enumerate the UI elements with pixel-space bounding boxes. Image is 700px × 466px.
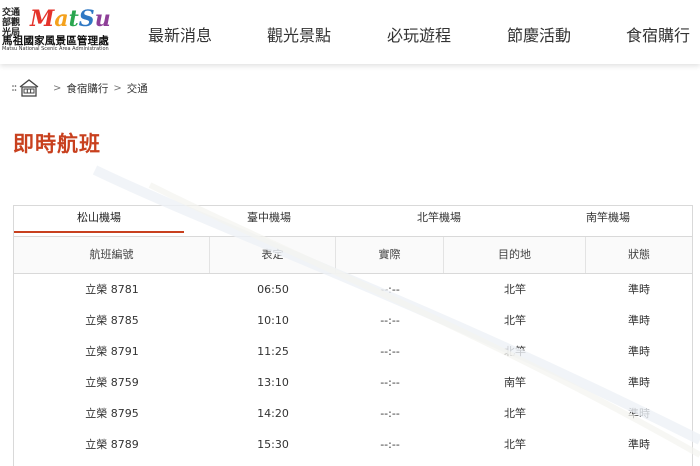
destination-cell: 北竿 [504, 283, 526, 296]
table-row: 立榮 8795 14:20 --:-- 北竿 準時 [14, 398, 692, 429]
chevron-right-icon: > [113, 82, 122, 94]
actual-time-cell: --:-- [380, 407, 400, 420]
nav-latest-news[interactable]: 最新消息 [148, 22, 212, 46]
wordmark-letter: a [54, 6, 69, 32]
header-scheduled: 表定 [210, 237, 336, 273]
page-title: 即時航班 [13, 132, 101, 156]
status-cell: 準時 [628, 345, 650, 358]
flight-number-cell: 立榮 8759 [85, 376, 139, 389]
wordmark-letter: u [94, 6, 111, 32]
destination-cell: 北竿 [504, 438, 526, 451]
nav-festivals[interactable]: 節慶活動 [507, 22, 571, 46]
wordmark-letter: t [68, 6, 79, 32]
destination-cell: 南竿 [504, 376, 526, 389]
flight-number-cell: 立榮 8791 [85, 345, 139, 358]
actual-time-cell: --:-- [380, 345, 400, 358]
status-cell: 準時 [628, 376, 650, 389]
status-cell: 準時 [628, 283, 650, 296]
airport-tabs: 松山機場 臺中機場 北竿機場 南竿機場 [14, 206, 692, 236]
tab-songshan-airport[interactable]: 松山機場 [14, 206, 184, 233]
tab-taichung-airport[interactable]: 臺中機場 [184, 206, 354, 233]
table-row: 立榮 8785 10:10 --:-- 北竿 準時 [14, 305, 692, 336]
actual-time-cell: --:-- [380, 314, 400, 327]
table-header: 航班編號 表定 實際 目的地 狀態 [14, 237, 692, 274]
nav-attractions[interactable]: 觀光景點 [267, 22, 331, 46]
chevron-right-icon: > [53, 82, 62, 94]
table-row: 立榮 8759 13:10 --:-- 南竿 準時 [14, 367, 692, 398]
site-logo[interactable]: 交通部觀光局 MatSu 馬祖國家風景區管理處 Matsu National S… [2, 6, 111, 54]
destination-cell: 北竿 [504, 314, 526, 327]
actual-time-cell: --:-- [380, 376, 400, 389]
flight-panel: 松山機場 臺中機場 北竿機場 南竿機場 航班編號 表定 實際 目的地 狀態 立榮… [13, 205, 693, 466]
actual-time-cell: --:-- [380, 438, 400, 451]
table-body: 立榮 8781 06:50 --:-- 北竿 準時 立榮 8785 10:10 --:-- 北竿… [14, 274, 692, 460]
header-destination: 目的地 [444, 237, 586, 273]
header-actual: 實際 [336, 237, 444, 273]
home-icon[interactable] [12, 78, 40, 98]
table-row: 立榮 8791 11:25 --:-- 北竿 準時 [14, 336, 692, 367]
site-header: 交通部觀光局 MatSu 馬祖國家風景區管理處 Matsu National S… [0, 0, 700, 64]
scheduled-time-cell: 11:25 [257, 345, 289, 358]
actual-time-cell: --:-- [380, 283, 400, 296]
wordmark-letter: M [30, 6, 55, 32]
wordmark-letter: S [78, 6, 95, 32]
header-flight-number: 航班編號 [14, 237, 210, 273]
table-row: 立榮 8781 06:50 --:-- 北竿 準時 [14, 274, 692, 305]
flight-number-cell: 立榮 8795 [85, 407, 139, 420]
scheduled-time-cell: 14:20 [257, 407, 289, 420]
tab-beigan-airport[interactable]: 北竿機場 [354, 206, 524, 233]
breadcrumb-item-food-lodging[interactable]: 食宿購行 [66, 81, 108, 96]
flight-number-cell: 立榮 8789 [85, 438, 139, 451]
status-cell: 準時 [628, 314, 650, 327]
scheduled-time-cell: 15:30 [257, 438, 289, 451]
breadcrumb-item-transport[interactable]: 交通 [127, 81, 148, 96]
scheduled-time-cell: 06:50 [257, 283, 289, 296]
flight-number-cell: 立榮 8781 [85, 283, 139, 296]
tab-nangan-airport[interactable]: 南竿機場 [524, 206, 692, 233]
header-status: 狀態 [628, 248, 650, 261]
flight-table: 航班編號 表定 實際 目的地 狀態 立榮 8781 06:50 --:-- 北竿 準時立… [14, 236, 692, 460]
status-cell: 準時 [628, 407, 650, 420]
destination-cell: 北竿 [504, 407, 526, 420]
nav-tours[interactable]: 必玩遊程 [387, 22, 451, 46]
scheduled-time-cell: 13:10 [257, 376, 289, 389]
matsu-wordmark: MatSu [30, 6, 111, 32]
destination-cell: 北竿 [504, 345, 526, 358]
status-cell: 準時 [628, 438, 650, 451]
breadcrumb: > 食宿購行 > 交通 [12, 76, 148, 100]
flight-number-cell: 立榮 8785 [85, 314, 139, 327]
scheduled-time-cell: 10:10 [257, 314, 289, 327]
nav-food-lodging-shopping-transport[interactable]: 食宿購行 [626, 22, 690, 46]
administration-english-name: Matsu National Scenic Area Administratio… [2, 46, 109, 52]
table-row: 立榮 8789 15:30 --:-- 北竿 準時 [14, 429, 692, 460]
